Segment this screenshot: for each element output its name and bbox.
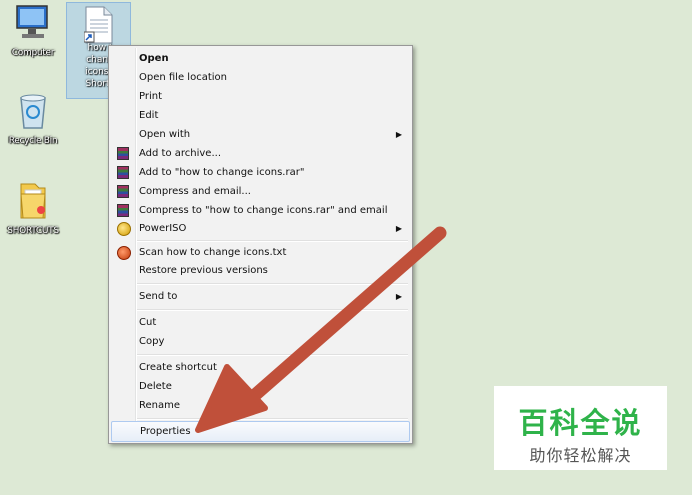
menu-item-compress-to-rar-and-email[interactable]: Compress to "how to change icons.rar" an… [111,201,410,220]
submenu-arrow-icon: ▶ [395,292,402,301]
desktop-icon-shortcuts-folder[interactable]: SHORTCUTS [0,180,66,236]
winrar-icon [117,166,129,179]
submenu-arrow-icon: ▶ [395,224,402,233]
winrar-icon [117,185,129,198]
menu-item-add-to-rar[interactable]: Add to "how to change icons.rar" [111,163,410,182]
desktop-icon-label: Recycle Bin [8,136,58,146]
menu-item-cut[interactable]: Cut [111,313,410,332]
menu-item-restore-previous-versions[interactable]: Restore previous versions [111,261,410,280]
menu-item-compress-and-email[interactable]: Compress and email... [111,182,410,201]
folder-icon [20,183,46,219]
menu-separator [137,354,408,356]
menu-separator [137,240,408,242]
menu-item-poweriso[interactable]: PowerISO ▶ [111,219,410,238]
menu-item-edit[interactable]: Edit [111,106,410,125]
recycle-bin-icon [20,94,46,129]
menu-separator [137,283,408,285]
menu-item-open[interactable]: Open [111,49,410,68]
context-menu: Open Open file location Print Edit Open … [108,45,413,444]
poweriso-icon [117,222,131,236]
menu-item-copy[interactable]: Copy [111,332,410,351]
menu-separator [137,418,408,420]
antivirus-icon [117,246,131,260]
menu-item-properties[interactable]: Properties [111,421,410,442]
watermark-title: 百科全说 [518,406,643,440]
text-file-icon [84,6,113,44]
menu-item-create-shortcut[interactable]: Create shortcut [111,358,410,377]
menu-item-scan[interactable]: Scan how to change icons.txt [111,243,410,262]
menu-item-send-to[interactable]: Send to ▶ [111,287,410,306]
watermark-logo: 百科全说 助你轻松解决 [494,386,667,470]
winrar-icon [117,204,129,217]
menu-item-open-with[interactable]: Open with ▶ [111,125,410,144]
winrar-icon [117,147,129,160]
watermark-subtitle: 助你轻松解决 [529,446,632,465]
desktop-icon-recycle-bin[interactable]: Recycle Bin [2,92,64,146]
menu-item-open-file-location[interactable]: Open file location [111,68,410,87]
submenu-arrow-icon: ▶ [395,130,402,139]
menu-item-rename[interactable]: Rename [111,396,410,415]
menu-item-delete[interactable]: Delete [111,377,410,396]
menu-item-add-to-archive[interactable]: Add to archive... [111,144,410,163]
desktop-icon-computer[interactable]: Computer [4,2,62,58]
desktop-icon-label: SHORTCUTS [7,226,59,236]
menu-item-print[interactable]: Print [111,87,410,106]
desktop-icon-label: Computer [11,48,55,58]
computer-icon [16,5,48,38]
menu-separator [137,309,408,311]
